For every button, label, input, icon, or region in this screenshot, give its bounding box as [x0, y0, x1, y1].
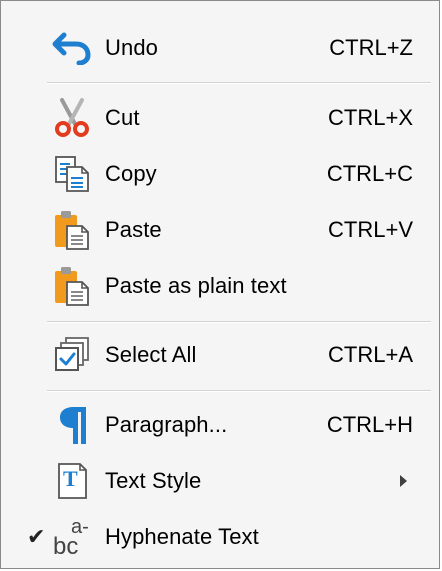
separator [47, 321, 431, 323]
context-menu: Undo CTRL+Z Cut CTRL+X Copy CTRL+C Paste… [0, 0, 440, 569]
undo-shortcut: CTRL+Z [329, 35, 413, 60]
text-style-glyph: T [63, 466, 78, 491]
clipboard-icon [51, 209, 93, 251]
menu-item-paragraph[interactable]: Paragraph... CTRL+H [1, 399, 439, 451]
paste-label: Paste [105, 217, 162, 242]
copy-shortcut: CTRL+C [326, 161, 413, 186]
menu-item-undo[interactable]: Undo CTRL+Z [1, 22, 439, 74]
separator [47, 82, 431, 84]
select-all-icon [51, 334, 93, 376]
paragraph-label: Paragraph... [105, 412, 228, 437]
menu-item-select-all[interactable]: Select All CTRL+A [1, 329, 439, 381]
separator [47, 390, 431, 392]
hyphenate-label: Hyphenate Text [105, 524, 259, 549]
submenu-arrow-icon [400, 475, 407, 487]
scissors-icon [51, 97, 93, 139]
undo-icon [51, 27, 93, 69]
text-style-icon: T [51, 460, 93, 502]
hyphenate-icon-bottom: bc [53, 533, 79, 560]
menu-item-copy[interactable]: Copy CTRL+C [1, 148, 439, 200]
cut-shortcut: CTRL+X [328, 105, 413, 130]
menu-item-cut[interactable]: Cut CTRL+X [1, 92, 439, 144]
paragraph-shortcut: CTRL+H [326, 412, 413, 437]
menu-item-text-style[interactable]: T Text Style [1, 455, 439, 507]
hyphenate-icon: a- bc [47, 516, 95, 560]
menu-item-paste-plain-text[interactable]: Paste as plain text [1, 260, 439, 312]
select-all-shortcut: CTRL+A [328, 342, 413, 367]
cut-label: Cut [105, 105, 140, 130]
pilcrow-icon [51, 404, 93, 446]
menu-item-hyphenate-text[interactable]: ✔ a- bc Hyphenate Text [1, 511, 439, 563]
text-style-label: Text Style [105, 468, 202, 493]
paste-shortcut: CTRL+V [328, 217, 413, 242]
copy-label: Copy [105, 161, 157, 186]
copy-icon [51, 153, 93, 195]
undo-label: Undo [105, 35, 158, 60]
select-all-label: Select All [105, 342, 197, 367]
checkmark-icon: ✔ [27, 524, 46, 549]
menu-item-paste[interactable]: Paste CTRL+V [1, 204, 439, 256]
paste-plain-label: Paste as plain text [105, 273, 287, 298]
clipboard-plain-icon [51, 265, 93, 307]
